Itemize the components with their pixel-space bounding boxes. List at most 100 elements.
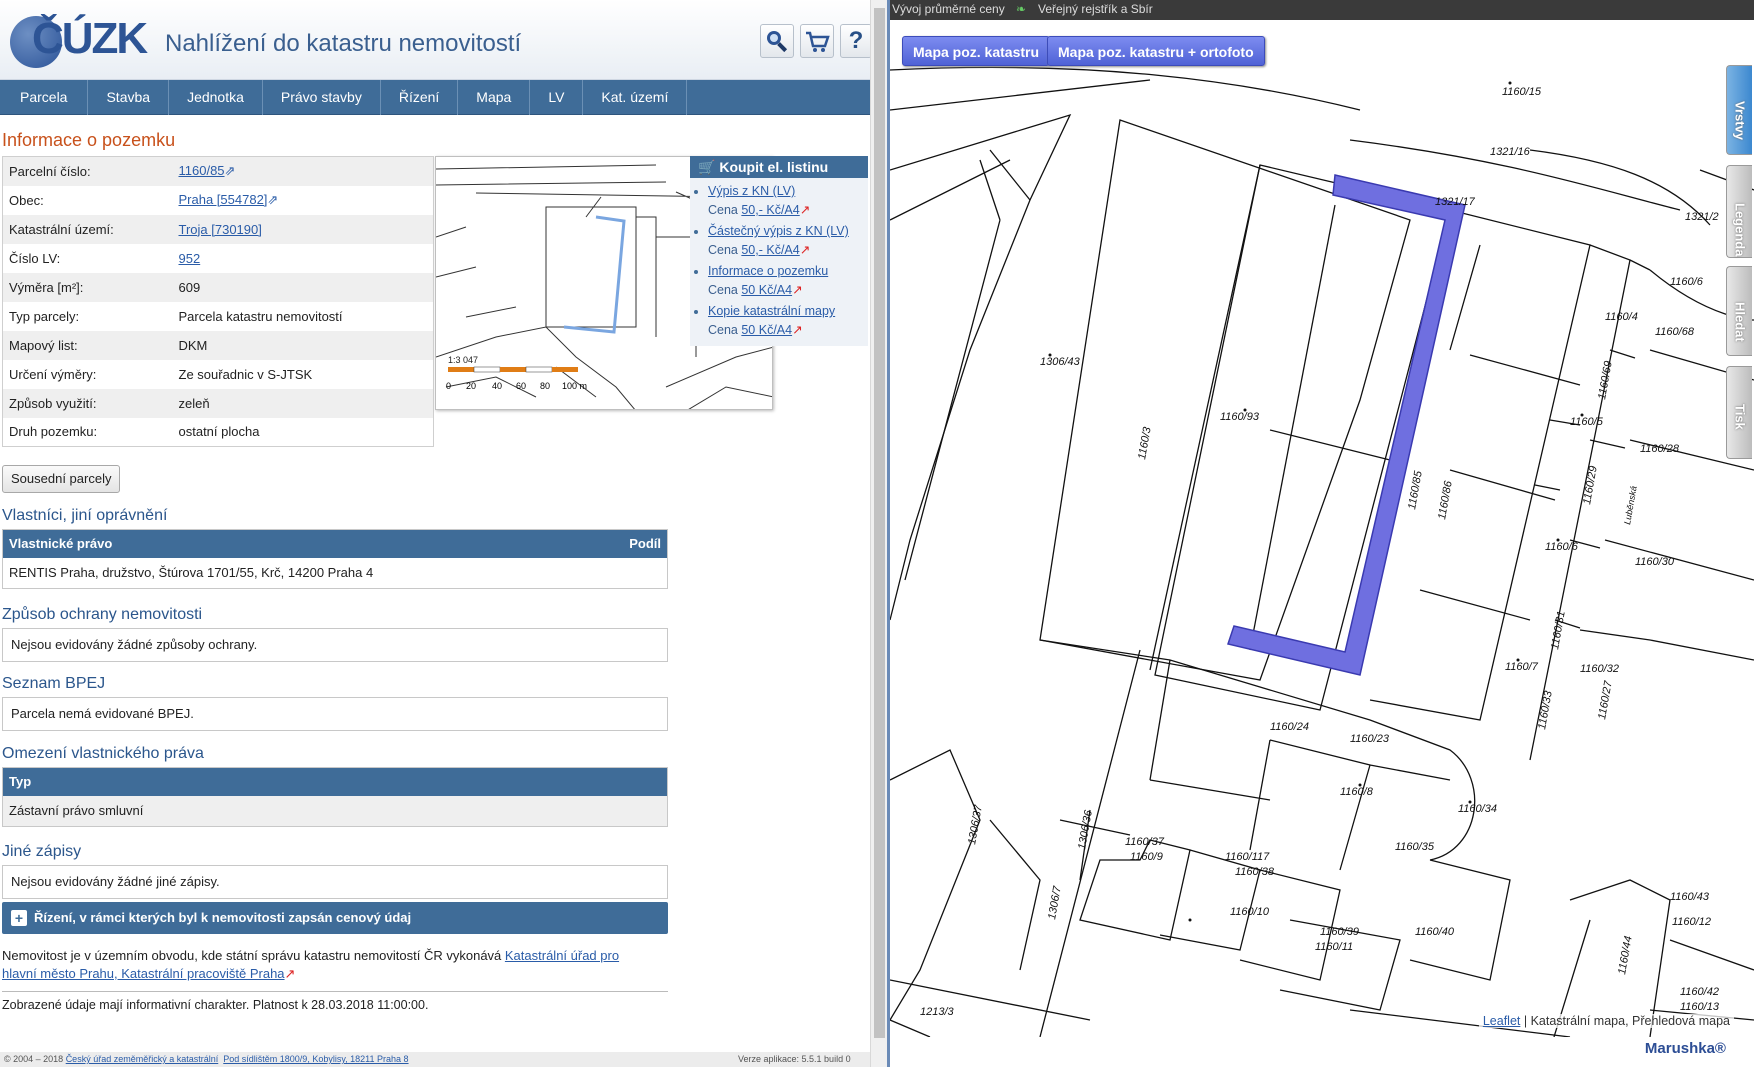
owners-table: Vlastnické právo Podíl RENTIS Praha, dru… bbox=[2, 529, 668, 589]
buy-item-price-label: Cena bbox=[708, 323, 742, 337]
plus-icon: + bbox=[11, 910, 27, 926]
buy-item-price[interactable]: 50,- Kč/A4 bbox=[741, 203, 799, 217]
external-link-icon: ⇗ bbox=[224, 163, 236, 179]
info-key: Obec: bbox=[9, 192, 44, 208]
tab-legend[interactable]: Legenda bbox=[1726, 165, 1752, 258]
menu-jednotka[interactable]: Jednotka bbox=[169, 80, 263, 115]
tab-layers[interactable]: Vrstvy bbox=[1726, 65, 1752, 155]
tab-search-label: Hledat bbox=[1732, 302, 1748, 342]
info-key: Způsob využití: bbox=[9, 395, 97, 411]
info-key: Číslo LV: bbox=[9, 250, 61, 266]
buy-item-price[interactable]: 50 Kč/A4 bbox=[741, 323, 792, 337]
app-version: Verze aplikace: 5.5.1 build 0 bbox=[738, 1054, 851, 1064]
buy-item-price-label: Cena bbox=[708, 243, 742, 257]
attribution-text: | Katastrální mapa, Přehledová mapa bbox=[1520, 1014, 1730, 1028]
office-text: Nemovitost je v územním obvodu, kde stát… bbox=[2, 948, 505, 963]
external-link-icon: ↗ bbox=[284, 966, 296, 981]
owners-title: Vlastníci, jiní oprávnění bbox=[2, 507, 168, 524]
owners-row: RENTIS Praha, družstvo, Štúrova 1701/55,… bbox=[9, 565, 374, 580]
menu-mapa[interactable]: Mapa bbox=[458, 80, 531, 115]
office-link-cont[interactable]: hlavní město Prahu, Katastrální pracoviš… bbox=[2, 966, 285, 981]
scrollbar-thumb[interactable] bbox=[874, 8, 885, 1038]
map-label: 1160/86 bbox=[1436, 479, 1455, 520]
info-value[interactable]: Praha [554782]⇗ bbox=[173, 186, 434, 215]
external-link-icon: ↗ bbox=[799, 243, 811, 257]
tab-print[interactable]: Tisk bbox=[1726, 366, 1752, 459]
info-row: Obec: Praha [554782]⇗ bbox=[3, 186, 434, 215]
menu-kat-uzemi[interactable]: Kat. území bbox=[583, 80, 688, 115]
buy-item-price[interactable]: 50,- Kč/A4 bbox=[741, 243, 799, 257]
other-box: Nejsou evidovány žádné jiné zápisy. bbox=[2, 865, 668, 899]
leaflet-link[interactable]: Leaflet bbox=[1483, 1014, 1521, 1028]
restrictions-row: Zástavní právo smluvní bbox=[3, 796, 667, 826]
minimap-tick: 0 bbox=[446, 381, 451, 391]
info-key: Výměra [m²]: bbox=[9, 279, 84, 295]
info-value-link[interactable]: 1160/85 bbox=[179, 163, 225, 178]
info-value[interactable]: Troja [730190] bbox=[173, 215, 434, 244]
left-pane: ČÚZK Nahlížení do katastru nemovitostí ?… bbox=[0, 0, 887, 1067]
bookmark-price-trend[interactable]: Vývoj průměrné ceny bbox=[892, 2, 1005, 16]
main-menu: Parcela Stavba Jednotka Právo stavby Říz… bbox=[0, 80, 870, 115]
buy-item-link[interactable]: Informace o pozemku bbox=[708, 264, 828, 278]
minimap-tick: 80 bbox=[540, 381, 550, 391]
highlighted-parcel[interactable] bbox=[1227, 174, 1466, 676]
map-label: 1160/44 bbox=[1616, 935, 1635, 975]
info-value-link[interactable]: Troja [730190] bbox=[179, 222, 262, 237]
info-value: 609 bbox=[178, 279, 201, 295]
neighbour-parcels-button[interactable]: Sousední parcely bbox=[2, 465, 121, 493]
bookmark-public-register[interactable]: Veřejný rejstřík a Sbír bbox=[1038, 2, 1153, 16]
info-value[interactable]: 952 bbox=[173, 244, 434, 273]
info-value: Parcela katastru nemovitostí bbox=[178, 308, 343, 324]
external-link-icon: ⇗ bbox=[267, 192, 279, 207]
map-label: 1160/117 bbox=[1225, 851, 1270, 863]
map-layer-ortophoto-button[interactable]: Mapa poz. katastru + ortofoto bbox=[1047, 36, 1265, 66]
left-scrollbar[interactable] bbox=[870, 0, 887, 1067]
cart-button[interactable] bbox=[800, 24, 834, 58]
map-label: 1306/37 bbox=[966, 803, 985, 845]
search-icon bbox=[767, 31, 788, 53]
external-link-icon: ↗ bbox=[799, 203, 811, 217]
info-value-link[interactable]: 952 bbox=[179, 251, 201, 266]
owners-col-share: Podíl bbox=[629, 536, 661, 551]
buy-box-header: 🛒 Koupit el. listinu bbox=[690, 156, 868, 178]
menu-pravo-stavby[interactable]: Právo stavby bbox=[263, 80, 381, 115]
address-link[interactable]: Pod sídlištěm 1800/9, Kobylisy, 18211 Pr… bbox=[223, 1054, 408, 1064]
cuzk-logo[interactable]: ČÚZK bbox=[10, 14, 160, 70]
info-row: Parcelní číslo: 1160/85⇗ bbox=[2, 156, 434, 186]
map-label: 1160/4 bbox=[1605, 311, 1638, 323]
info-key: Mapový list: bbox=[9, 337, 78, 353]
map-label: 1306/36 bbox=[1076, 808, 1095, 850]
buy-item-link[interactable]: Výpis z KN (LV) bbox=[708, 184, 795, 198]
search-button[interactable] bbox=[760, 24, 794, 58]
info-value-link[interactable]: Praha [554782] bbox=[179, 192, 268, 207]
rizeni-expander[interactable]: + Řízení, v rámci kterých byl k nemovito… bbox=[2, 902, 668, 934]
map-label: 1160/33 bbox=[1536, 689, 1555, 730]
menu-stavba[interactable]: Stavba bbox=[88, 80, 170, 115]
map-layer-cadastre-button[interactable]: Mapa poz. katastru bbox=[902, 36, 1051, 66]
map-label: 1321/16 bbox=[1490, 146, 1531, 158]
bookmarks-bar: Vývoj průměrné ceny ❧ Veřejný rejstřík a… bbox=[890, 0, 1754, 20]
buy-item-link[interactable]: Částečný výpis z KN (LV) bbox=[708, 224, 849, 238]
info-key: Katastrální území: bbox=[9, 221, 114, 237]
office-link[interactable]: Katastrální úřad pro bbox=[505, 948, 619, 963]
buy-item: Informace o pozemku Cena 50 Kč/A4↗ bbox=[708, 262, 868, 300]
tab-search[interactable]: Hledat bbox=[1726, 266, 1752, 356]
bpej-box: Parcela nemá evidované BPEJ. bbox=[2, 697, 668, 731]
protection-box: Nejsou evidovány žádné způsoby ochrany. bbox=[2, 628, 668, 662]
map-label: 1160/42 bbox=[1680, 986, 1719, 998]
menu-parcela[interactable]: Parcela bbox=[0, 80, 89, 115]
buy-item-link[interactable]: Kopie katastrální mapy bbox=[708, 304, 835, 318]
copyright-link[interactable]: Český úřad zeměměřický a katastrální bbox=[66, 1054, 219, 1064]
menu-rizeni[interactable]: Řízení bbox=[381, 80, 459, 115]
cadastral-map[interactable]: 1160/15 1321/16 1321/17 1321/2 1160/6 11… bbox=[890, 20, 1754, 1037]
external-link-icon: ↗ bbox=[792, 323, 803, 337]
buy-item-price[interactable]: 50 Kč/A4 bbox=[741, 283, 792, 297]
menu-lv[interactable]: LV bbox=[530, 80, 584, 115]
cart-small-icon: 🛒 bbox=[698, 159, 716, 175]
info-row: Výměra [m²]: 609 bbox=[2, 272, 434, 302]
help-button[interactable]: ? bbox=[840, 24, 872, 58]
info-row: Číslo LV: 952 bbox=[3, 244, 434, 273]
info-value[interactable]: 1160/85⇗ bbox=[173, 157, 434, 186]
parcel-info-table: Parcelní číslo: 1160/85⇗ Obec: Praha [55478… bbox=[2, 156, 434, 447]
buy-item: Kopie katastrální mapy Cena 50 Kč/A4↗ bbox=[708, 302, 868, 340]
